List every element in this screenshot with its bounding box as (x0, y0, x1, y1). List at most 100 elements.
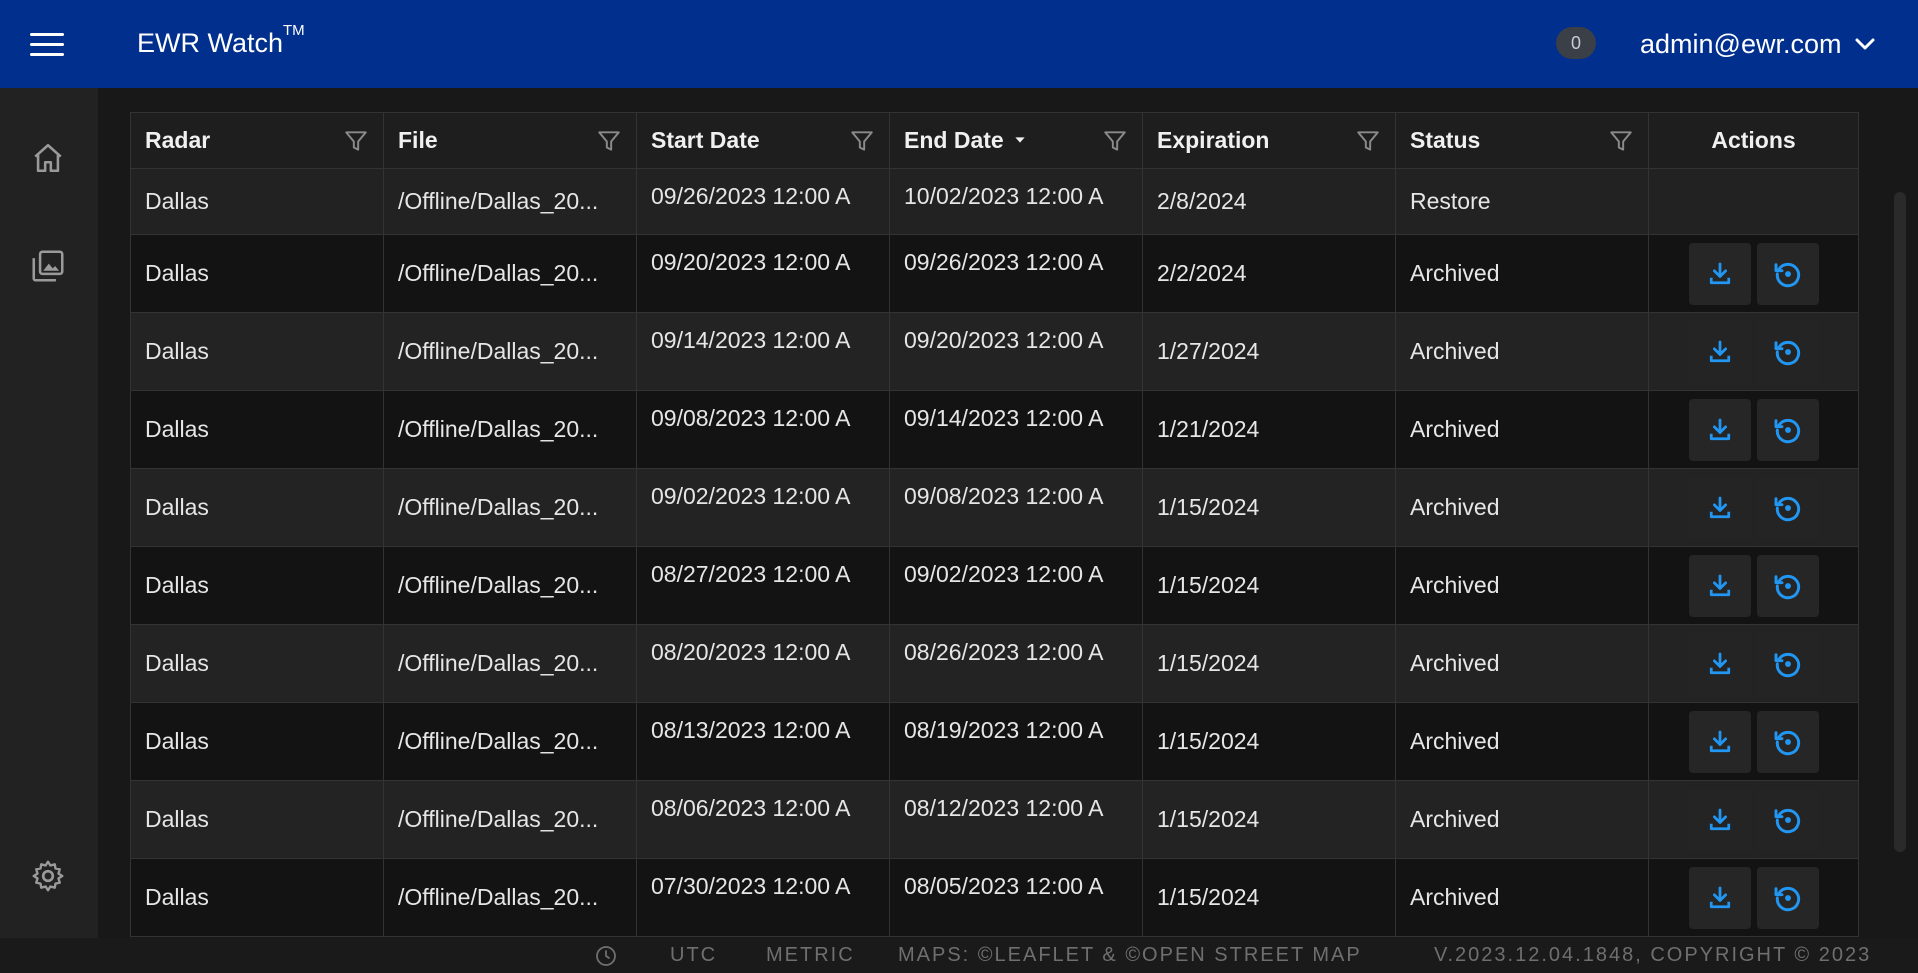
radar-cell: Dallas (130, 546, 384, 625)
table-body: Dallas/Offline/Dallas_20... 09/26/2023 12… (130, 168, 1859, 937)
download-button[interactable] (1688, 866, 1751, 929)
gallery-icon[interactable] (28, 246, 68, 286)
restore-button[interactable] (1756, 788, 1819, 851)
start-date-cell: 09/14/2023 12:00 A (636, 312, 890, 391)
start-date-cell: 08/27/2023 12:00 A (636, 546, 890, 625)
column-header-status[interactable]: Status (1395, 112, 1649, 169)
start-date-cell: 07/30/2023 12:00 A (636, 858, 890, 937)
expiration-cell: 1/27/2024 (1142, 312, 1396, 391)
actions-cell (1648, 780, 1859, 859)
restore-button[interactable] (1756, 320, 1819, 383)
vertical-scrollbar[interactable] (1894, 192, 1906, 852)
filter-icon[interactable] (1608, 128, 1634, 154)
start-date-cell: 09/08/2023 12:00 A (636, 390, 890, 469)
table-row[interactable]: Dallas/Offline/Dallas_20... 08/20/2023 12… (130, 624, 1859, 703)
column-label: Radar (145, 127, 210, 154)
download-button[interactable] (1688, 632, 1751, 695)
file-cell: /Offline/Dallas_20... (383, 234, 637, 313)
restore-button[interactable] (1756, 554, 1819, 617)
download-icon (1705, 649, 1735, 679)
start-date-cell: 08/13/2023 12:00 A (636, 702, 890, 781)
timezone-label[interactable]: UTC (670, 938, 717, 973)
status-footer: UTC METRIC MAPS: ©LEAFLET & ©OPEN STREET… (0, 938, 1918, 973)
status-cell: Archived (1395, 546, 1649, 625)
table-header-row: Radar File Start Date End Date Expiration Sta… (130, 112, 1859, 169)
radar-cell: Dallas (130, 390, 384, 469)
restore-button[interactable] (1756, 242, 1819, 305)
table-row[interactable]: Dallas/Offline/Dallas_20... 08/06/2023 12… (130, 780, 1859, 859)
expiration-cell: 1/15/2024 (1142, 702, 1396, 781)
status-cell: Archived (1395, 780, 1649, 859)
actions-cell (1648, 546, 1859, 625)
expiration-cell: 1/15/2024 (1142, 624, 1396, 703)
restore-button[interactable] (1756, 866, 1819, 929)
table-row[interactable]: Dallas/Offline/Dallas_20... 09/02/2023 12… (130, 468, 1859, 547)
file-cell: /Offline/Dallas_20... (383, 702, 637, 781)
expiration-cell: 1/15/2024 (1142, 858, 1396, 937)
user-email: admin@ewr.com (1640, 28, 1842, 59)
restore-button[interactable] (1756, 632, 1819, 695)
table-row[interactable]: Dallas/Offline/Dallas_20... 07/30/2023 12… (130, 858, 1859, 937)
expiration-cell: 1/15/2024 (1142, 546, 1396, 625)
gear-icon[interactable] (28, 856, 68, 896)
clock-icon (594, 938, 618, 973)
expiration-cell: 1/15/2024 (1142, 468, 1396, 547)
user-menu[interactable]: admin@ewr.com (1640, 26, 1877, 62)
app-title-text: EWR Watch (137, 28, 284, 58)
actions-cell (1648, 234, 1859, 313)
download-button[interactable] (1688, 554, 1751, 617)
end-date-cell: 09/14/2023 12:00 A (889, 390, 1143, 469)
radar-cell: Dallas (130, 168, 384, 235)
column-header-radar[interactable]: Radar (130, 112, 384, 169)
column-header-expiration[interactable]: Expiration (1142, 112, 1396, 169)
table-row[interactable]: Dallas/Offline/Dallas_20... 08/27/2023 12… (130, 546, 1859, 625)
download-icon (1705, 259, 1735, 289)
table-row[interactable]: Dallas/Offline/Dallas_20... 09/14/2023 12… (130, 312, 1859, 391)
table-row[interactable]: Dallas/Offline/Dallas_20... 09/08/2023 12… (130, 390, 1859, 469)
status-cell: Archived (1395, 234, 1649, 313)
column-header-start-date[interactable]: Start Date (636, 112, 890, 169)
hamburger-menu-icon[interactable] (30, 26, 70, 62)
filter-icon[interactable] (1102, 128, 1128, 154)
restore-button[interactable] (1756, 398, 1819, 461)
column-label: Expiration (1157, 127, 1269, 154)
column-label: Start Date (651, 127, 760, 154)
restore-icon (1772, 726, 1804, 758)
file-cell: /Offline/Dallas_20... (383, 468, 637, 547)
column-header-file[interactable]: File (383, 112, 637, 169)
units-label[interactable]: METRIC (766, 938, 855, 973)
column-header-actions[interactable]: Actions (1648, 112, 1859, 169)
table-row[interactable]: Dallas/Offline/Dallas_20... 09/20/2023 12… (130, 234, 1859, 313)
notification-badge[interactable]: 0 (1556, 27, 1596, 59)
top-app-bar: EWR WatchTM 0 admin@ewr.com (0, 0, 1918, 88)
column-label: Status (1410, 127, 1480, 154)
table-row[interactable]: Dallas/Offline/Dallas_20... 08/13/2023 12… (130, 702, 1859, 781)
filter-icon[interactable] (849, 128, 875, 154)
home-icon[interactable] (28, 138, 68, 178)
table-row[interactable]: Dallas/Offline/Dallas_20... 09/26/2023 12… (130, 168, 1859, 235)
restore-button[interactable] (1756, 476, 1819, 539)
download-button[interactable] (1688, 788, 1751, 851)
restore-button[interactable] (1756, 710, 1819, 773)
download-button[interactable] (1688, 476, 1751, 539)
trademark-mark: TM (283, 22, 305, 39)
restore-icon (1772, 570, 1804, 602)
end-date-cell: 09/08/2023 12:00 A (889, 468, 1143, 547)
filter-icon[interactable] (343, 128, 369, 154)
download-button[interactable] (1688, 710, 1751, 773)
file-cell: /Offline/Dallas_20... (383, 858, 637, 937)
download-button[interactable] (1688, 398, 1751, 461)
filter-icon[interactable] (1355, 128, 1381, 154)
filter-icon[interactable] (596, 128, 622, 154)
column-label: File (398, 127, 438, 154)
download-icon (1705, 415, 1735, 445)
download-button[interactable] (1688, 320, 1751, 383)
sort-desc-icon[interactable] (1012, 127, 1028, 154)
expiration-cell: 2/8/2024 (1142, 168, 1396, 235)
sidebar (0, 88, 98, 938)
download-button[interactable] (1688, 242, 1751, 305)
end-date-cell: 08/19/2023 12:00 A (889, 702, 1143, 781)
column-label: End Date (904, 127, 1028, 154)
column-header-end-date[interactable]: End Date (889, 112, 1143, 169)
column-label-text: Start Date (651, 127, 760, 153)
